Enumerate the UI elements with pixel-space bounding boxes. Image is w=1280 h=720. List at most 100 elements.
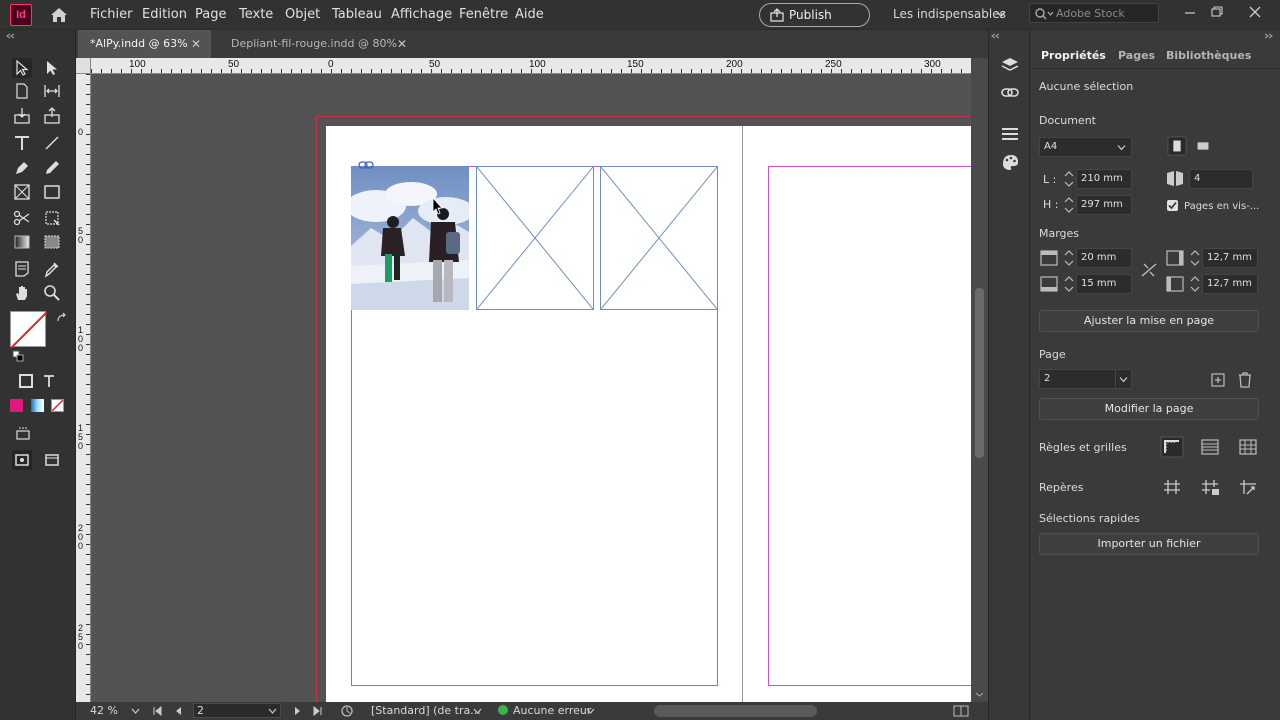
chevron-down-icon[interactable] — [473, 707, 482, 715]
margin-top-stepper-icon[interactable] — [1062, 248, 1076, 268]
height-field[interactable]: 297 mm — [1076, 195, 1132, 215]
gap-tool-icon[interactable] — [42, 81, 62, 101]
add-page-icon[interactable] — [1207, 370, 1229, 390]
rectangle-frame-tool-icon[interactable] — [12, 182, 32, 202]
adobe-stock-search[interactable]: Adobe Stock — [1029, 3, 1159, 23]
scrollbar-thumb[interactable] — [975, 288, 984, 458]
empty-graphic-frame[interactable] — [476, 166, 594, 310]
type-tool-icon[interactable] — [12, 133, 32, 153]
collapse-panel-icon[interactable] — [6, 33, 16, 39]
menu-edition[interactable]: Edition — [142, 7, 187, 22]
next-page-icon[interactable] — [294, 706, 302, 716]
note-tool-icon[interactable] — [12, 259, 32, 279]
toggle-mode-icon[interactable] — [13, 423, 33, 443]
menu-affichage[interactable]: Affichage — [391, 7, 452, 22]
zoom-level[interactable]: 42 % — [90, 704, 118, 717]
chevron-down-icon[interactable] — [131, 707, 140, 715]
layers-icon[interactable] — [1000, 55, 1020, 75]
pasteboard[interactable] — [91, 74, 971, 702]
facing-pages-checkbox[interactable] — [1167, 200, 1178, 211]
tab-properties[interactable]: Propriétés — [1041, 49, 1106, 62]
preflight-profile[interactable]: [Standard] (de tra... — [371, 704, 481, 717]
margin-top-field[interactable]: 20 mm — [1076, 248, 1132, 268]
menu-aide[interactable]: Aide — [515, 7, 544, 22]
chevron-down-icon[interactable] — [586, 707, 595, 715]
eyedropper-tool-icon[interactable] — [42, 259, 62, 279]
zoom-tool-icon[interactable] — [42, 283, 62, 303]
import-file-button[interactable]: Importer un fichier — [1039, 533, 1259, 555]
edit-page-button[interactable]: Modifier la page — [1039, 398, 1259, 420]
tab-libraries[interactable]: Bibliothèques — [1166, 49, 1251, 62]
publish-online-button[interactable]: Publish Online — [759, 3, 870, 44]
page-select[interactable]: 2 — [1039, 369, 1132, 389]
collapse-panel-icon[interactable] — [1264, 33, 1274, 39]
gradient-feather-tool-icon[interactable] — [42, 232, 62, 252]
baseline-grid-icon[interactable] — [1199, 437, 1221, 457]
width-field[interactable]: 210 mm — [1076, 169, 1132, 189]
image-frame[interactable] — [351, 166, 469, 310]
adjust-layout-button[interactable]: Ajuster la mise en page — [1039, 310, 1259, 332]
apply-gradient-icon[interactable] — [31, 399, 44, 412]
margin-bottom-stepper-icon[interactable] — [1062, 274, 1076, 294]
normal-view-icon[interactable] — [12, 450, 32, 470]
formatting-text-icon[interactable] — [39, 371, 59, 391]
landscape-orientation-icon[interactable] — [1192, 136, 1214, 156]
chevron-down-icon[interactable] — [996, 9, 1006, 19]
home-icon[interactable] — [49, 5, 69, 25]
tab-depliant[interactable]: Depliant-fil-rouge.indd @ 80% ✕ — [219, 30, 419, 58]
apply-color-icon[interactable] — [10, 399, 23, 412]
lock-guides-icon[interactable] — [1199, 477, 1221, 497]
menu-fichier[interactable]: Fichier — [90, 7, 133, 22]
screen-mode-icon[interactable] — [42, 450, 62, 470]
apply-none-icon[interactable] — [51, 399, 64, 412]
ruler-origin[interactable] — [76, 58, 91, 74]
menu-tableau[interactable]: Tableau — [332, 7, 382, 22]
margin-inside-field[interactable]: 12,7 mm — [1202, 248, 1258, 268]
close-icon[interactable] — [1246, 4, 1264, 20]
open-document-icon[interactable] — [340, 704, 354, 718]
scroll-down-icon[interactable] — [975, 690, 984, 699]
show-guides-icon[interactable] — [1161, 477, 1183, 497]
document-grid-icon[interactable] — [1237, 437, 1259, 457]
minimize-icon[interactable] — [1181, 4, 1199, 20]
swap-colors-icon[interactable] — [56, 312, 68, 324]
restore-icon[interactable] — [1208, 4, 1226, 20]
page-tool-icon[interactable] — [12, 81, 32, 101]
pencil-tool-icon[interactable] — [42, 158, 62, 178]
tab-pages[interactable]: Pages — [1118, 49, 1155, 62]
links-icon[interactable] — [1000, 83, 1020, 103]
free-transform-tool-icon[interactable] — [42, 208, 62, 228]
portrait-orientation-icon[interactable] — [1166, 136, 1188, 156]
collapse-panel-icon[interactable] — [991, 33, 1001, 39]
direct-selection-tool-icon[interactable] — [42, 58, 62, 78]
chevron-down-icon[interactable] — [268, 707, 277, 715]
tab-alpy[interactable]: *AlPy.indd @ 63% ✕ — [78, 30, 211, 58]
menu-fenetre[interactable]: Fenêtre — [459, 7, 508, 22]
chain-unlinked-icon[interactable] — [1138, 260, 1160, 280]
vertical-ruler[interactable]: 0 50 100 150 200 250 — [76, 74, 91, 702]
stroke-icon[interactable] — [1000, 124, 1020, 144]
delete-page-icon[interactable] — [1234, 370, 1256, 390]
horizontal-ruler[interactable]: 100 50 0 50 100 150 200 250 300 — [91, 58, 971, 74]
content-placer-icon[interactable] — [42, 106, 62, 126]
hand-tool-icon[interactable] — [12, 283, 32, 303]
fill-swatch[interactable] — [10, 311, 48, 349]
rulers-icon[interactable] — [1160, 436, 1184, 458]
margin-outside-field[interactable]: 12,7 mm — [1202, 274, 1258, 294]
gradient-swatch-tool-icon[interactable] — [12, 232, 32, 252]
pen-tool-icon[interactable] — [12, 158, 32, 178]
split-view-icon[interactable] — [953, 704, 969, 718]
tab-close-icon[interactable]: ✕ — [397, 30, 407, 58]
smart-guides-icon[interactable] — [1237, 477, 1259, 497]
menu-objet[interactable]: Objet — [285, 7, 320, 22]
pages-count-field[interactable]: 4 — [1189, 169, 1253, 189]
vertical-scrollbar[interactable] — [971, 58, 988, 702]
previous-page-icon[interactable] — [174, 706, 182, 716]
link-icon[interactable] — [358, 160, 374, 170]
margin-outside-stepper-icon[interactable] — [1188, 274, 1202, 294]
width-stepper-icon[interactable] — [1062, 169, 1076, 189]
last-page-icon[interactable] — [313, 706, 323, 716]
horizontal-scrollbar[interactable] — [654, 705, 817, 717]
formatting-container-icon[interactable] — [16, 371, 36, 391]
selection-tool-icon[interactable] — [12, 58, 32, 78]
